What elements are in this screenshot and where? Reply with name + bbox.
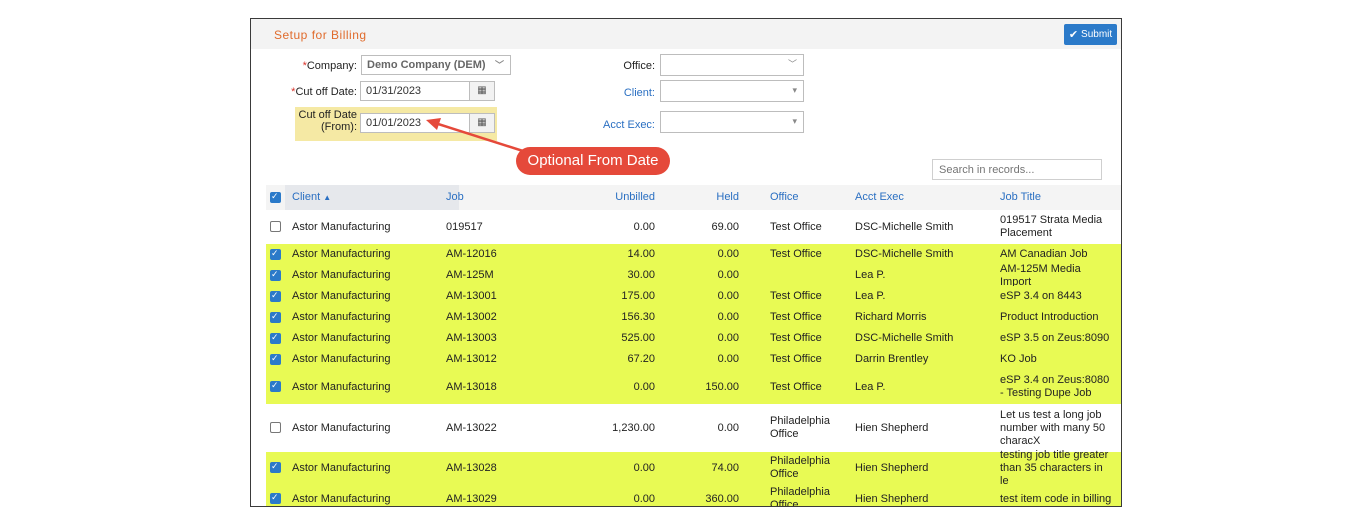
cell-job-title: eSP 3.5 on Zeus:8090 (1000, 332, 1110, 344)
cell-job: AM-13001 (446, 290, 497, 302)
cell-unbilled: 1,230.00 (612, 421, 655, 434)
optional-from-date-callout: Optional From Date (516, 147, 670, 175)
cell-held: 150.00 (705, 380, 739, 393)
cell-acct-exec: Hien Shepherd (855, 461, 929, 474)
cell-job-title: test item code in billing (1000, 492, 1112, 505)
cell-client: Astor Manufacturing (292, 311, 391, 323)
cell-job: AM-125M (446, 269, 494, 281)
cell-acct-exec: DSC-Michelle Smith (855, 220, 954, 233)
cell-job-title: AM Canadian Job (1000, 248, 1088, 260)
cell-office: Test Office (770, 353, 822, 365)
row-checkbox[interactable] (270, 269, 281, 281)
cell-unbilled: 525.00 (621, 332, 655, 344)
cell-unbilled: 175.00 (621, 290, 655, 302)
column-header-job[interactable]: Job (446, 191, 464, 203)
cell-office: Test Office (770, 248, 822, 260)
column-header-unbilled[interactable]: Unbilled (581, 191, 655, 203)
row-checkbox[interactable] (270, 492, 281, 504)
sort-ascending-icon: ▲ (323, 193, 332, 202)
row-checkbox[interactable] (270, 248, 281, 260)
cell-office: Philadelphia Office (770, 415, 830, 440)
cell-client: Astor Manufacturing (292, 461, 391, 474)
row-checkbox[interactable] (270, 380, 281, 392)
cell-job-title: Product Introduction (1000, 311, 1099, 323)
cell-office: Philadelphia Office (770, 455, 830, 480)
column-header-held[interactable]: Held (691, 191, 739, 203)
row-checkbox[interactable] (270, 221, 281, 232)
cell-acct-exec: Hien Shepherd (855, 492, 929, 505)
cell-client: Astor Manufacturing (292, 290, 391, 302)
cell-acct-exec: Darrin Brentley (855, 353, 929, 365)
cell-client: Astor Manufacturing (292, 248, 391, 260)
cell-held: 0.00 (717, 290, 739, 302)
cell-office: Test Office (770, 332, 822, 344)
row-checkbox[interactable] (270, 353, 281, 365)
cell-acct-exec: DSC-Michelle Smith (855, 332, 954, 344)
cell-office: Test Office (770, 290, 822, 302)
column-header-client[interactable]: Client ▲ (292, 191, 331, 203)
cell-unbilled: 0.00 (633, 220, 655, 233)
cell-job: AM-13029 (446, 492, 497, 505)
cell-held: 0.00 (717, 269, 739, 281)
row-checkbox[interactable] (270, 461, 281, 473)
cell-held: 0.00 (717, 421, 739, 434)
row-checkbox[interactable] (270, 311, 281, 323)
cell-job-title: KO Job (1000, 353, 1037, 365)
cell-job: AM-13012 (446, 353, 497, 365)
cell-unbilled: 30.00 (627, 269, 655, 281)
cell-client: Astor Manufacturing (292, 492, 391, 505)
cell-job-title: AM-125M Media Import (1000, 262, 1081, 288)
cell-acct-exec: Hien Shepherd (855, 421, 929, 434)
cell-acct-exec: Lea P. (855, 380, 886, 393)
cell-job: AM-12016 (446, 248, 497, 260)
cell-job: AM-13022 (446, 421, 497, 434)
cell-acct-exec: Lea P. (855, 269, 886, 281)
cell-office: Test Office (770, 380, 822, 393)
row-checkbox[interactable] (270, 422, 281, 433)
cell-job-title: eSP 3.4 on Zeus:8080 - Testing Dupe Job (1000, 374, 1110, 399)
cell-acct-exec: Lea P. (855, 290, 886, 302)
cell-unbilled: 0.00 (633, 461, 655, 474)
cell-client: Astor Manufacturing (292, 421, 391, 434)
cell-job-title: Let us test a long job number with many … (1000, 408, 1106, 447)
cell-job: AM-13003 (446, 332, 497, 344)
cell-job-title: testing job title greater than 35 charac… (1000, 448, 1109, 487)
cell-client: Astor Manufacturing (292, 380, 391, 393)
cell-job: AM-13028 (446, 461, 497, 474)
cell-unbilled: 156.30 (621, 311, 655, 323)
column-header-acct-exec[interactable]: Acct Exec (855, 191, 904, 203)
cell-held: 74.00 (711, 461, 739, 474)
cell-held: 0.00 (717, 332, 739, 344)
cell-held: 69.00 (711, 220, 739, 233)
billing-window: Setup for Billing ✔ Submit *Company: Dem… (250, 18, 1122, 507)
cell-acct-exec: DSC-Michelle Smith (855, 248, 954, 260)
column-header-office[interactable]: Office (770, 191, 799, 203)
cell-unbilled: 67.20 (627, 353, 655, 365)
cell-acct-exec: Richard Morris (855, 311, 927, 323)
cell-held: 0.00 (717, 353, 739, 365)
cell-unbilled: 14.00 (627, 248, 655, 260)
select-all-checkbox[interactable] (270, 191, 281, 203)
cell-client: Astor Manufacturing (292, 353, 391, 365)
cell-job: AM-13002 (446, 311, 497, 323)
cell-client: Astor Manufacturing (292, 332, 391, 344)
cell-job-title: 019517 Strata Media Placement (1000, 214, 1103, 239)
cell-held: 360.00 (705, 492, 739, 505)
cell-job-title: eSP 3.4 on 8443 (1000, 290, 1082, 302)
cell-office: Philadelphia Office (770, 486, 830, 507)
cell-job: AM-13018 (446, 380, 497, 393)
cell-unbilled: 0.00 (633, 380, 655, 393)
row-checkbox[interactable] (270, 290, 281, 302)
cell-unbilled: 0.00 (633, 492, 655, 505)
cell-held: 0.00 (717, 311, 739, 323)
cell-office: Test Office (770, 220, 822, 233)
row-checkbox[interactable] (270, 332, 281, 344)
column-header-job-title[interactable]: Job Title (1000, 191, 1041, 203)
cell-job: 019517 (446, 220, 483, 233)
cell-client: Astor Manufacturing (292, 220, 391, 233)
cell-client: Astor Manufacturing (292, 269, 391, 281)
cell-office: Test Office (770, 311, 822, 323)
cell-held: 0.00 (717, 248, 739, 260)
search-input[interactable] (932, 159, 1102, 180)
